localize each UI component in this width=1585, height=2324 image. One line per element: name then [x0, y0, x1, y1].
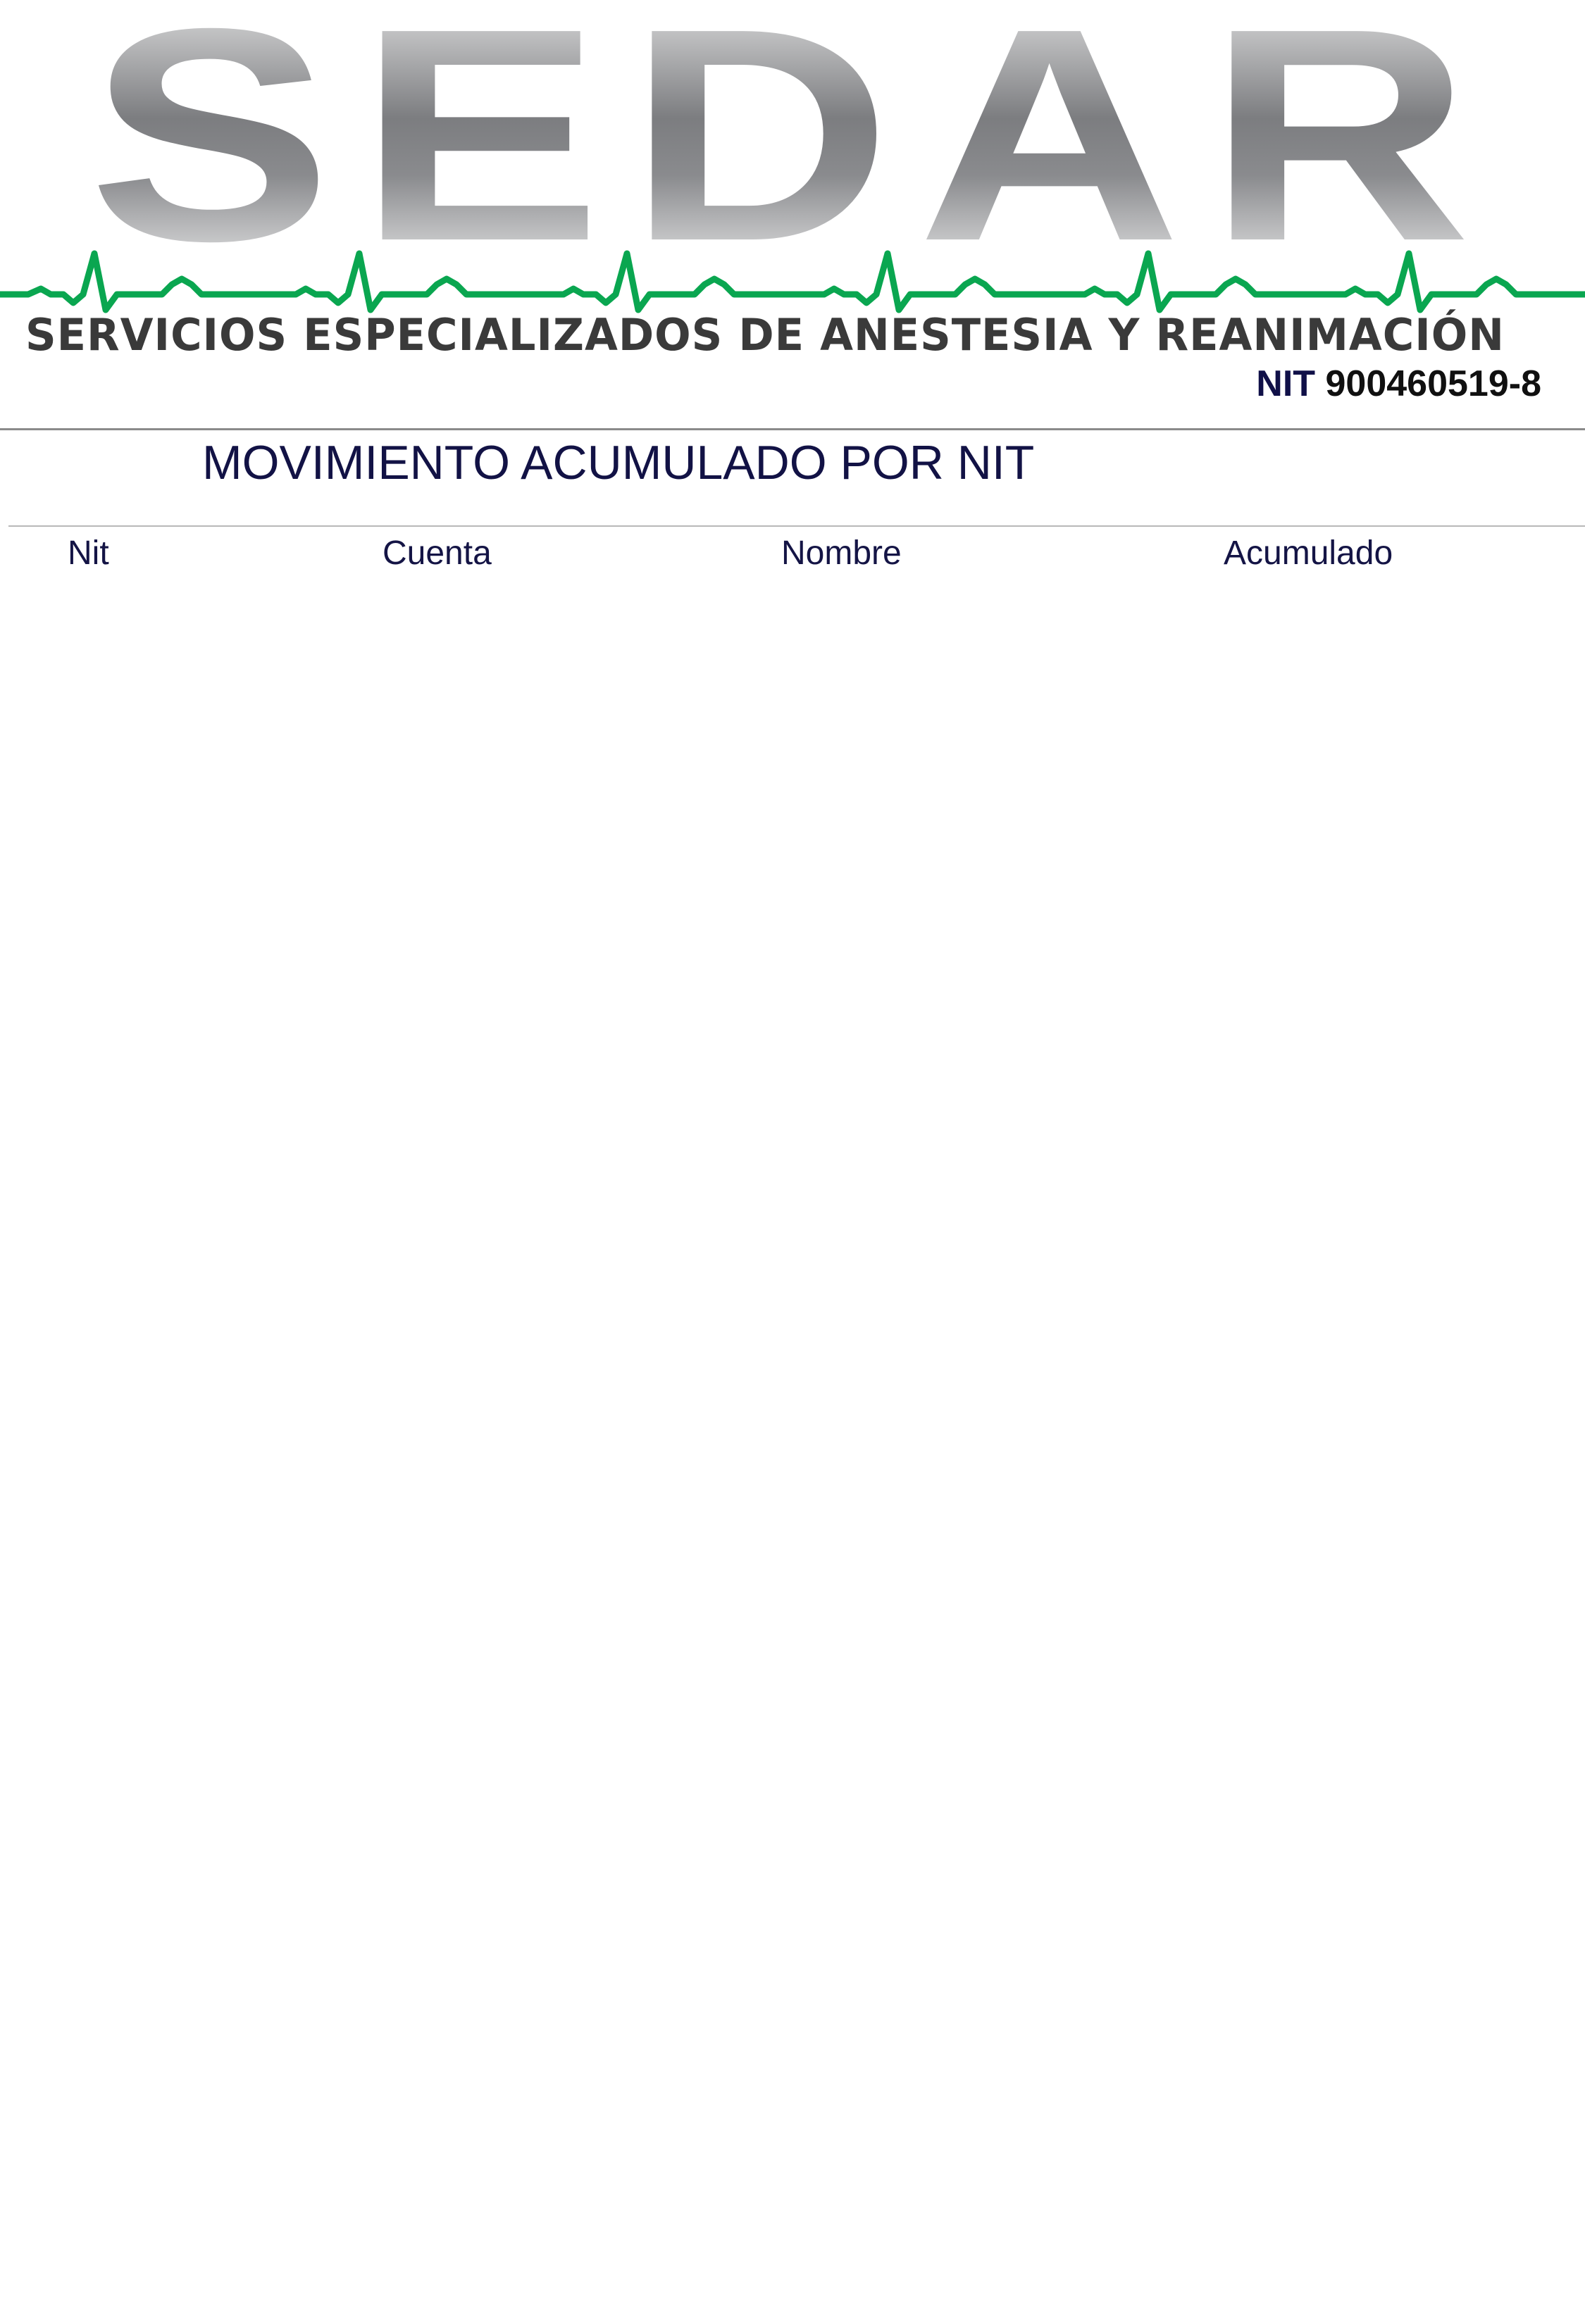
table-divider	[8, 525, 1585, 527]
sedar-logo: SEDAR SERVICIOS ESPECIALIZADOS DE ANESTE…	[0, 0, 1585, 361]
page-header: SEDAR SERVICIOS ESPECIALIZADOS DE ANESTE…	[0, 0, 1585, 430]
column-header-cuenta: Cuenta	[383, 535, 492, 572]
table-body	[8, 585, 1585, 2275]
company-nit: NIT 900460519-8	[1256, 363, 1541, 405]
nit-label: NIT	[1256, 363, 1316, 404]
report-title: MOVIMIENTO ACUMULADO POR NIT	[202, 436, 1035, 489]
column-header-nit: Nit	[68, 535, 109, 572]
logo-wordmark: SEDAR	[88, 0, 1497, 304]
header-divider	[0, 428, 1585, 430]
column-header-nombre: Nombre	[781, 535, 902, 572]
company-tagline: SERVICIOS ESPECIALIZADOS DE ANESTESIA Y …	[25, 309, 1505, 361]
nit-number: 900460519-8	[1325, 363, 1541, 404]
column-header-acumulado: Acumulado	[1224, 535, 1393, 572]
